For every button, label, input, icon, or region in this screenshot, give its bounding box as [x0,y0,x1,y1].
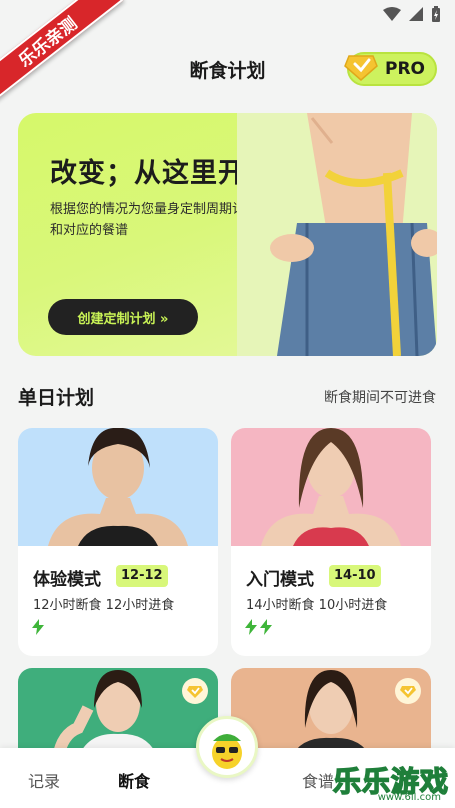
plan-name: 入门模式 [246,570,314,590]
plan-card-trial[interactable]: 体验模式 12-12 12小时断食 12小时进食 [18,428,218,656]
plan-card-advanced[interactable] [18,668,218,758]
difficulty-indicator [32,619,44,635]
plan-description: 14小时断食 10小时进食 [246,598,388,613]
premium-icon [182,678,208,704]
mascot-icon [212,734,242,769]
plan-card-expert[interactable] [231,668,431,758]
wifi-icon [383,7,401,21]
hero-subtitle: 根据您的情况为您量身定制周期计划和对应的餐谱 [50,202,259,238]
plan-name: 体验模式 [33,570,101,590]
model-photo [18,428,218,546]
model-photo [231,428,431,546]
nav-record[interactable]: 记录 [28,768,60,792]
hero-banner[interactable]: 改变；从这里开始 根据您的情况为您量身定制周期计划和对应的餐谱 创建定制计划 » [18,113,437,356]
section-note: 断食期间不可进食 [324,390,436,406]
nav-fasting[interactable]: 断食 [118,768,150,792]
mascot-button[interactable] [196,716,258,778]
nav-recipes[interactable]: 食谱 [302,768,334,792]
premium-icon [395,678,421,704]
section-title: 单日计划 [18,387,95,409]
battery-icon [432,6,440,22]
plan-ratio-badge: 14-10 [329,565,381,587]
header: 断食计划 PRO [0,48,455,88]
signal-icon [409,7,423,21]
waist-measure-image [237,113,437,356]
plan-description: 12小时断食 12小时进食 [33,598,175,613]
plan-ratio-badge: 12-12 [116,565,168,587]
pro-button[interactable]: PRO [344,52,437,86]
crown-badge-icon [344,55,378,81]
create-plan-button[interactable]: 创建定制计划 » [48,299,198,335]
pro-label: PRO [384,59,425,79]
bolt-icon [245,619,257,635]
watermark-url: www.6ll.com [377,792,441,803]
difficulty-indicator [245,619,272,635]
status-icons [383,6,441,22]
bolt-icon [260,619,272,635]
plan-card-beginner[interactable]: 入门模式 14-10 14小时断食 10小时进食 [231,428,431,656]
bolt-icon [32,619,44,635]
